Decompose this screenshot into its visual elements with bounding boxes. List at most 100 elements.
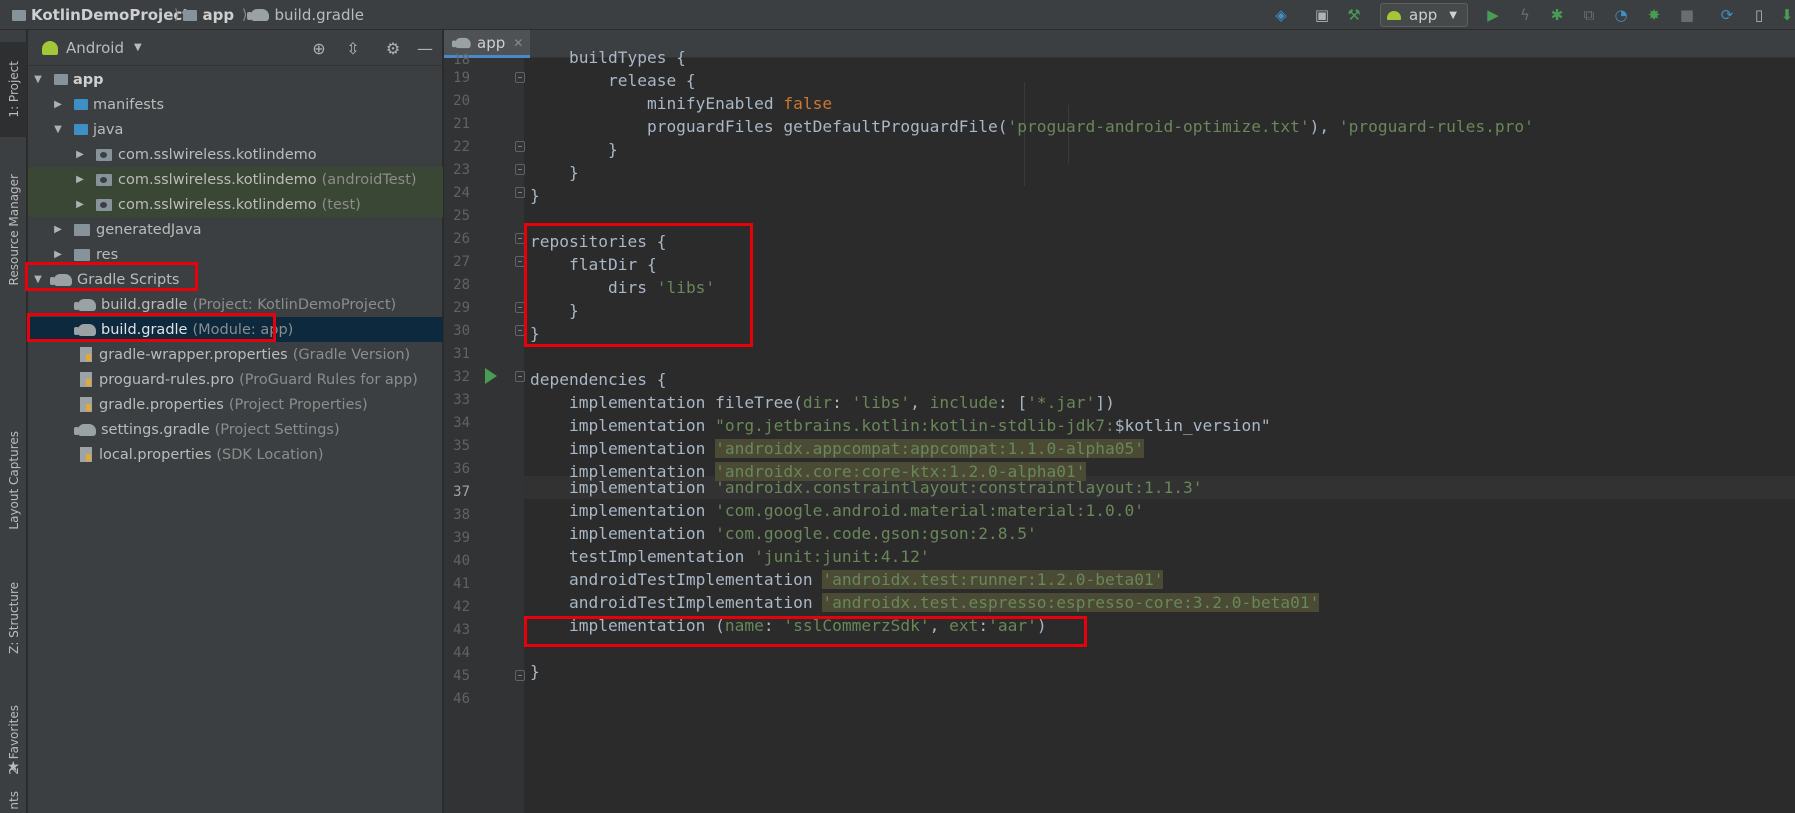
gradle-elephant-icon (74, 298, 96, 311)
code-string: 'com.google.android.material:material:1.… (715, 501, 1144, 520)
tree-item-manifests[interactable]: ▶ manifests (28, 92, 443, 117)
line-number: 41 (453, 576, 470, 592)
code-line-42[interactable]: androidTestImplementation 'androidx.test… (530, 591, 1320, 614)
tab-resource-manager[interactable]: Resource Manager (0, 150, 27, 310)
tree-item-app[interactable]: ▼ app (28, 67, 443, 92)
expanded-arrow-icon[interactable]: ▼ (32, 74, 44, 85)
apply-changes-icon[interactable]: ϟ (1516, 6, 1534, 24)
android-icon (1387, 10, 1401, 20)
line-number: 38 (453, 507, 470, 523)
tree-item-package-main[interactable]: ▶ com.sslwireless.kotlindemo (28, 142, 443, 167)
tree-item-hint: (Project: KotlinDemoProject) (192, 296, 397, 313)
tab-project[interactable]: 1: Project (0, 42, 27, 137)
tree-item-java[interactable]: ▼ java (28, 117, 443, 142)
minimize-icon[interactable]: — (416, 39, 434, 58)
run-configuration-select[interactable]: app ▼ (1380, 3, 1468, 27)
stop-icon[interactable]: ■ (1678, 6, 1696, 24)
gear-icon[interactable]: ⚙ (384, 39, 402, 58)
code-line-38[interactable]: implementation 'com.google.android.mater… (530, 499, 1144, 522)
line-number: 18 (453, 52, 470, 68)
collapsed-arrow-icon[interactable]: ▶ (74, 174, 86, 185)
tree-item-hint: (test) (321, 196, 361, 213)
code-line-23[interactable]: } (530, 161, 579, 184)
collapsed-arrow-icon[interactable]: ▶ (52, 99, 64, 110)
tab-build-variants[interactable]: nts (0, 788, 27, 813)
tree-item-label: build.gradle (101, 296, 188, 313)
project-view-select[interactable]: Android (66, 39, 124, 57)
profiler-gauge-icon[interactable]: ◔ (1612, 6, 1630, 24)
code-line-19[interactable]: release { (530, 69, 696, 92)
attach-debugger-icon[interactable]: ⧉ (1580, 6, 1598, 24)
layers-icon[interactable]: ◈ (1272, 6, 1290, 24)
tree-item-hint: (ProGuard Rules for app) (239, 371, 418, 388)
code-line-22[interactable]: } (530, 138, 618, 161)
tree-item-generatedjava[interactable]: ▶ generatedJava (28, 217, 443, 242)
code-token: : [ (997, 393, 1028, 412)
code-token: testImplementation (530, 547, 755, 566)
breadcrumb-module[interactable]: ⟩ app (170, 5, 234, 25)
code-line-40[interactable]: testImplementation 'junit:junit:4.12' (530, 545, 930, 568)
tab-structure-label: Z: Structure (6, 582, 21, 654)
terminal-icon[interactable]: ▣ (1313, 6, 1331, 24)
fold-marker-icon[interactable] (515, 141, 525, 152)
fold-marker-icon[interactable] (515, 187, 525, 198)
tree-item-local-properties[interactable]: local.properties (SDK Location) (28, 442, 443, 467)
breadcrumb-file[interactable]: ⟩ build.gradle (238, 5, 364, 25)
tree-item-proguard-rules[interactable]: proguard-rules.pro (ProGuard Rules for a… (28, 367, 443, 392)
code-keyword: false (783, 94, 833, 113)
debug-bug-icon[interactable]: ✱ (1548, 6, 1566, 24)
code-line-35[interactable]: implementation 'androidx.appcompat:appco… (530, 437, 1144, 460)
code-token: } (530, 186, 540, 205)
code-line-24[interactable]: } (530, 184, 540, 207)
code-line-45[interactable]: } (530, 660, 540, 683)
tab-favorites[interactable]: 2: Favorites (0, 682, 27, 797)
run-gutter-icon[interactable] (485, 368, 497, 384)
collapse-all-icon[interactable]: ⇳ (344, 39, 362, 58)
code-line-34[interactable]: implementation "org.jetbrains.kotlin:kot… (530, 414, 1271, 437)
collapsed-arrow-icon[interactable]: ▶ (74, 149, 86, 160)
tab-layout-captures[interactable]: Layout Captures (0, 410, 27, 550)
code-line-20[interactable]: minifyEnabled false (530, 92, 832, 115)
chevron-down-icon[interactable]: ▼ (134, 42, 142, 53)
collapsed-arrow-icon[interactable]: ▶ (74, 199, 86, 210)
tool-window-strip: 1: Project Resource Manager Layout Captu… (0, 30, 27, 813)
tree-item-label: gradle-wrapper.properties (99, 346, 288, 363)
breadcrumb-separator-icon: ⟩ (174, 7, 180, 23)
avd-manager-icon[interactable]: ▯ (1750, 6, 1768, 24)
attach-process-icon[interactable]: ✸ (1645, 6, 1663, 24)
fold-marker-icon[interactable] (515, 371, 525, 382)
tree-item-package-test[interactable]: ▶ com.sslwireless.kotlindemo (test) (28, 192, 443, 217)
collapsed-arrow-icon[interactable]: ▶ (52, 224, 64, 235)
tab-structure[interactable]: Z: Structure (0, 558, 27, 678)
code-token: implementation fileTree( (530, 393, 803, 412)
fold-marker-icon[interactable] (515, 670, 525, 681)
code-line-41[interactable]: androidTestImplementation 'androidx.test… (530, 568, 1164, 591)
code-line-18[interactable]: buildTypes { (530, 46, 686, 69)
code-line-33[interactable]: implementation fileTree(dir: 'libs', inc… (530, 391, 1115, 414)
fold-marker-icon[interactable] (515, 164, 525, 175)
sync-gradle-icon[interactable]: ⟳ (1718, 6, 1736, 24)
run-icon[interactable]: ▶ (1484, 6, 1502, 24)
code-line-32[interactable]: dependencies { (530, 368, 666, 391)
close-icon[interactable]: ✕ (513, 36, 523, 50)
code-line-37[interactable]: implementation 'androidx.constraintlayou… (530, 476, 1203, 499)
code-token: minifyEnabled (530, 94, 784, 113)
tree-item-hint: (androidTest) (321, 171, 417, 188)
tree-item-settings-gradle[interactable]: settings.gradle (Project Settings) (28, 417, 443, 442)
tree-item-gradle-properties[interactable]: gradle.properties (Project Properties) (28, 392, 443, 417)
tree-item-package-androidtest[interactable]: ▶ com.sslwireless.kotlindemo (androidTes… (28, 167, 443, 192)
editor-tab-label: app (477, 33, 506, 52)
code-token: : (832, 393, 852, 412)
sdk-manager-icon[interactable]: ⬇ (1778, 6, 1795, 24)
fold-marker-icon[interactable] (515, 72, 525, 83)
breadcrumb-project[interactable]: KotlinDemoProject (12, 5, 189, 25)
line-number: 36 (453, 461, 470, 477)
build-hammer-icon[interactable]: ⚒ (1345, 6, 1363, 24)
collapsed-arrow-icon[interactable]: ▶ (52, 249, 64, 260)
locate-target-icon[interactable]: ⊕ (310, 39, 328, 58)
tree-item-label: manifests (93, 96, 165, 113)
tree-item-gradle-wrapper[interactable]: gradle-wrapper.properties (Gradle Versio… (28, 342, 443, 367)
expanded-arrow-icon[interactable]: ▼ (52, 124, 64, 135)
code-line-39[interactable]: implementation 'com.google.code.gson:gso… (530, 522, 1037, 545)
code-line-21[interactable]: proguardFiles getDefaultProguardFile('pr… (530, 115, 1534, 138)
